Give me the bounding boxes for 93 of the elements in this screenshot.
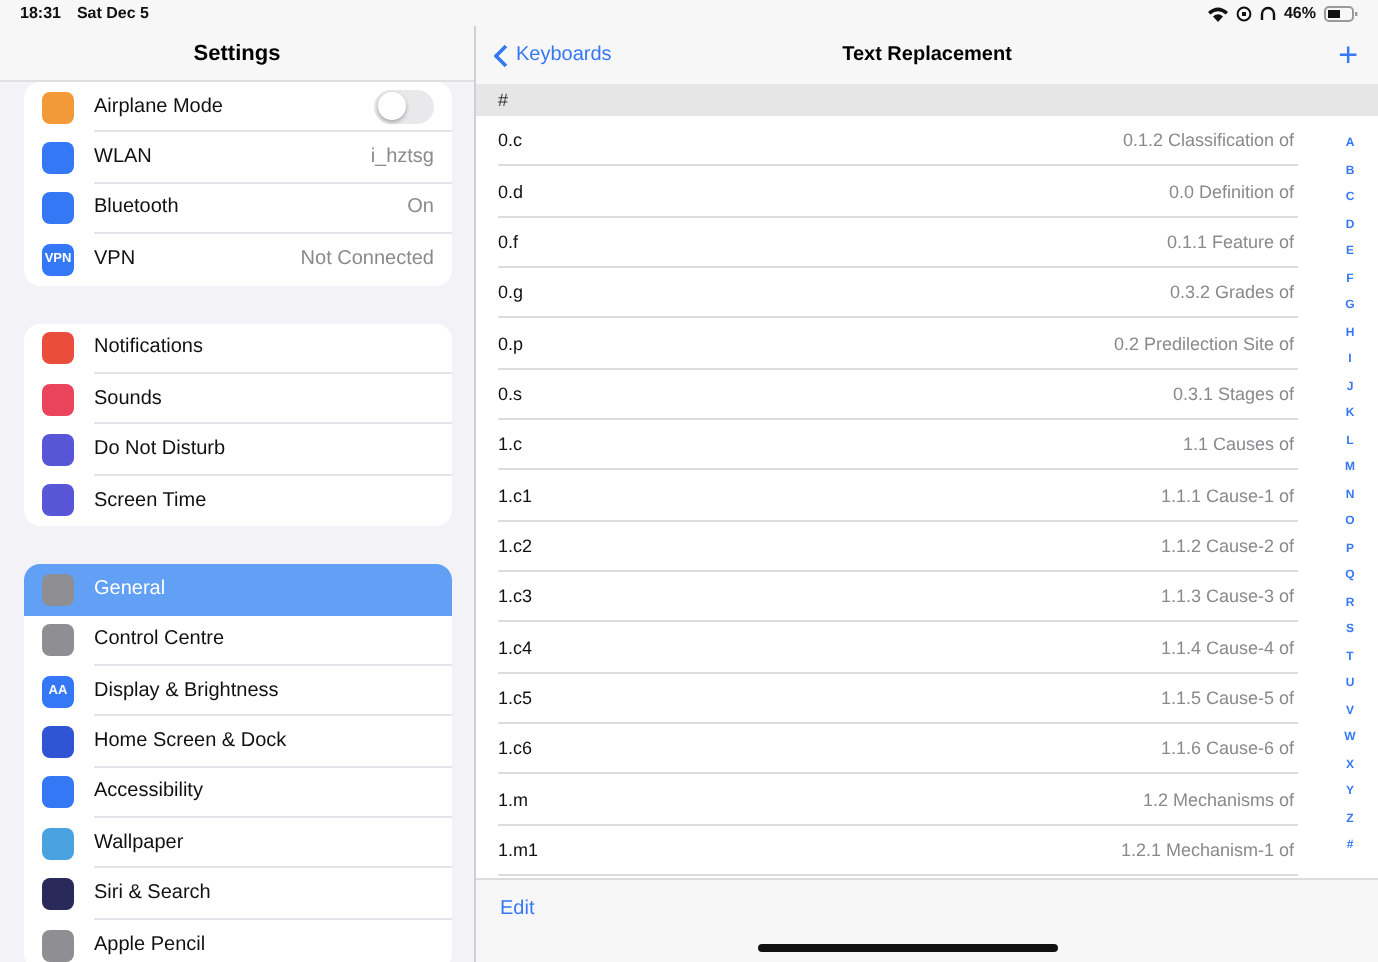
phrase-text: 1.2 Mechanisms of [1142,789,1294,810]
replacement-row[interactable]: 1.c1 1.1.1 Cause-1 of [498,470,1298,522]
section-title: # [498,90,509,110]
battery-icon [1324,5,1358,21]
settings-item[interactable]: Sounds [24,373,452,425]
phrase-text: 1.1.6 Cause-6 of [1160,738,1294,759]
settings-item[interactable]: Notifications [24,323,452,374]
replacement-row[interactable]: 0.f 0.1.1 Feature of [498,217,1298,269]
settings-item[interactable]: Apple Pencil [24,919,452,962]
replacement-row[interactable]: 0.d 0.0 Definition of [498,166,1298,218]
shortcut-text: 0.g [498,282,524,303]
shortcut-text: 1.c5 [498,687,533,708]
edit-button[interactable]: Edit [500,898,535,920]
shortcut-text: 0.p [498,333,524,354]
item-label: General [94,578,166,601]
replacement-row[interactable]: 1.c4 1.1.4 Cause-4 of [498,622,1298,674]
settings-item[interactable]: General [24,564,452,616]
item-label: Siri & Search [94,882,211,905]
item-label: Do Not Disturb [94,438,226,461]
shortcut-text: 1.m1 [498,839,539,860]
settings-item[interactable]: Home Screen & Dock [24,716,452,768]
replacement-row[interactable]: 0.c 0.1.2 Classification of [498,116,1298,167]
shortcut-text: 1.c3 [498,586,533,607]
item-label: VPN [94,248,136,271]
shortcut-text: 1.c2 [498,535,533,556]
replacement-row[interactable]: 0.g 0.3.2 Grades of [498,268,1298,319]
item-label: Home Screen & Dock [94,729,287,752]
replacement-row[interactable]: 1.c 1.1 Causes of [498,420,1298,471]
item-value: Not Connected [300,248,434,271]
headphones-icon [1259,5,1276,21]
shortcut-text: 1.c1 [498,485,533,506]
item-label: Wallpaper [94,831,184,854]
status-time: 18:31 [20,4,61,22]
replacement-row[interactable]: 1.c5 1.1.5 Cause-5 of [498,673,1298,725]
replacement-row[interactable]: 1.c3 1.1.3 Cause-3 of [498,572,1298,623]
wifi-icon [1207,5,1228,21]
toggle-switch[interactable] [374,89,434,124]
item-value: i_hztsg [370,146,434,169]
shortcut-text: 1.c [498,434,523,455]
item-label: Airplane Mode [94,95,223,118]
item-label: Bluetooth [94,196,179,219]
replacement-row[interactable]: 0.s 0.3.1 Stages of [498,369,1298,421]
item-label: Notifications [94,336,203,359]
phrase-text: 1.1.4 Cause-4 of [1160,637,1294,658]
settings-item[interactable]: Siri & Search [24,868,452,920]
settings-item[interactable]: Airplane Mode [24,82,452,133]
settings-item[interactable]: WLAN i_hztsg [24,132,452,184]
settings-item[interactable]: Wallpaper [24,818,452,869]
phrase-text: 0.1.1 Feature of [1166,231,1294,252]
item-label: Accessibility [94,780,203,803]
phrase-text: 0.1.2 Classification of [1122,130,1294,151]
chevron-left-icon [494,43,508,67]
shortcut-text: 1.c6 [498,738,533,759]
replacement-row[interactable]: 1.m 1.2 Mechanisms of [498,774,1298,826]
item-label: WLAN [94,146,152,169]
phrase-text: 1.1.1 Cause-1 of [1160,485,1294,506]
phrase-text: 1.2.1 Mechanism-1 of [1120,839,1294,860]
phrase-text: 0.2 Predilection Site of [1113,333,1294,354]
page-title: Text Replacement [842,44,1012,66]
item-label: Sounds [94,387,162,410]
add-button[interactable]: + [1338,38,1358,72]
lock-rotation-icon [1235,5,1252,21]
settings-item[interactable]: Screen Time [24,475,452,527]
item-label: Control Centre [94,628,225,651]
phrase-text: 1.1.5 Cause-5 of [1160,687,1294,708]
phrase-text: 0.3.2 Grades of [1169,282,1294,303]
phrase-text: 1.1.2 Cause-2 of [1160,535,1294,556]
item-value: On [407,196,434,219]
shortcut-text: 0.s [498,383,523,404]
item-label: Apple Pencil [94,934,206,957]
shortcut-text: 1.c4 [498,637,533,658]
settings-item[interactable]: Bluetooth On [24,183,452,235]
sidebar-title: Settings [193,41,281,65]
phrase-text: 1.1.3 Cause-3 of [1160,586,1294,607]
battery-percent: 46% [1283,4,1316,22]
settings-item[interactable]: Accessibility [24,767,452,819]
shortcut-text: 1.m [498,789,529,810]
replacement-row[interactable]: 1.c6 1.1.6 Cause-6 of [498,724,1298,775]
phrase-text: 1.1 Causes of [1182,434,1294,455]
phrase-text: 0.3.1 Stages of [1172,383,1294,404]
replacement-row[interactable]: 0.p 0.2 Predilection Site of [498,318,1298,370]
item-label: Display & Brightness [94,679,279,702]
shortcut-text: 0.d [498,181,524,202]
shortcut-text: 0.c [498,130,523,151]
settings-item[interactable]: Control Centre [24,615,452,666]
item-label: Screen Time [94,489,207,512]
replacement-row[interactable]: 1.m1 1.2.1 Mechanism-1 of [498,825,1298,877]
phrase-text: 0.0 Definition of [1168,181,1294,202]
settings-item[interactable]: Do Not Disturb [24,424,452,476]
shortcut-text: 0.f [498,231,519,252]
back-button[interactable]: Keyboards [494,43,612,67]
status-date: Sat Dec 5 [76,4,149,22]
replacement-row[interactable]: 1.c2 1.1.2 Cause-2 of [498,521,1298,573]
